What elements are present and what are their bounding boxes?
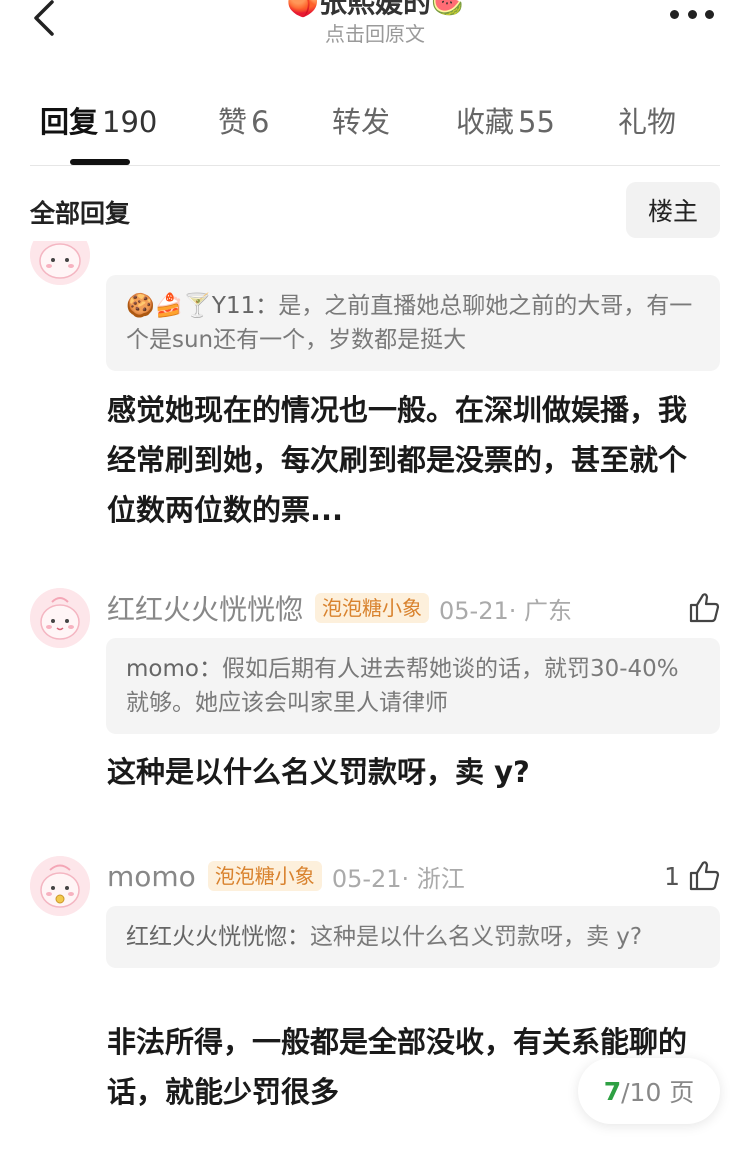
avatar[interactable]: [30, 588, 90, 648]
title-area[interactable]: 🍑张熙媛的🍉 点击回原文: [0, 0, 750, 47]
tab-label: 转发: [332, 105, 391, 139]
quoted-user-name[interactable]: 🍪🍰🍸Y11：: [126, 293, 278, 319]
like-button[interactable]: 1: [664, 856, 722, 896]
tab-likes[interactable]: 赞6: [218, 104, 269, 140]
reply-time-location: 05-21· 浙江: [331, 864, 465, 893]
total-pages: /10 页: [621, 1078, 695, 1107]
reply-meta: momo 泡泡糖小象 05-21· 浙江: [107, 856, 465, 896]
avatar[interactable]: [30, 241, 90, 285]
page-title: 🍑张熙媛的🍉: [0, 0, 750, 21]
tab-favorites[interactable]: 收藏 55: [456, 104, 555, 140]
like-button[interactable]: [680, 588, 722, 628]
quoted-reply[interactable]: 🍪🍰🍸Y11：是，之前直播她总聊她之前的大哥，有一个是sun还有一个，岁数都是挺…: [106, 275, 720, 371]
pink-character-avatar-icon: [30, 588, 90, 648]
tab-label: 收藏: [456, 105, 515, 139]
quoted-user-name[interactable]: momo：: [126, 656, 222, 682]
avatar[interactable]: [30, 856, 90, 916]
reply-meta: 红红火火恍恍惚 泡泡糖小象 05-21· 广东: [107, 588, 572, 628]
pink-character-avatar-icon: [30, 856, 90, 916]
tab-gifts[interactable]: 礼物: [618, 104, 676, 140]
quoted-reply[interactable]: momo：假如后期有人进去帮她谈的话，就罚30-40%就够。她应该会叫家里人请律…: [106, 638, 720, 734]
tab-bar: 回复 190 赞6 转发 收藏 55 礼物: [0, 100, 750, 166]
reply-text: 感觉她现在的情况也一般。在深圳做娱播，我经常刷到她，每次刷到都是没票的，甚至就个…: [107, 393, 688, 527]
tab-count: 6: [251, 105, 270, 139]
more-options-button[interactable]: [670, 4, 714, 24]
all-replies-label: 全部回复: [30, 199, 131, 228]
page-indicator[interactable]: 7/10 页: [578, 1058, 720, 1124]
tab-label: 礼物: [618, 105, 677, 139]
user-name[interactable]: 红红火火恍恍惚: [107, 588, 303, 628]
more-dot-icon: [687, 9, 697, 19]
quoted-text: 这种是以什么名义罚款呀，卖 y?: [310, 924, 643, 950]
tab-count: 190: [102, 105, 158, 139]
peach-emoji: 🍑: [286, 0, 319, 19]
user-badge: 泡泡糖小象: [315, 593, 430, 623]
reply-list[interactable]: 🍪🍰🍸Y11：是，之前直播她总聊她之前的大哥，有一个是sun还有一个，岁数都是挺…: [0, 241, 750, 1166]
back-to-post-link[interactable]: 点击回原文: [0, 21, 750, 47]
page-title-text: 张熙媛的: [318, 0, 431, 19]
tab-label: 赞: [218, 105, 248, 139]
top-bar: 🍑张熙媛的🍉 点击回原文: [0, 0, 750, 60]
more-dot-icon: [705, 9, 714, 19]
user-badge: 泡泡糖小象: [207, 861, 322, 891]
watermelon-emoji: 🍉: [431, 0, 464, 19]
reply-text: 这种是以什么名义罚款呀，卖 y?: [107, 755, 530, 789]
more-dot-icon: [670, 9, 679, 19]
quoted-user-name[interactable]: 红红火火恍恍惚：: [126, 924, 310, 950]
quoted-reply[interactable]: 红红火火恍恍惚：这种是以什么名义罚款呀，卖 y?: [106, 906, 720, 968]
owner-only-button[interactable]: 楼主: [626, 182, 720, 238]
like-count: 1: [664, 861, 680, 891]
tab-count: 55: [518, 105, 555, 139]
thumbs-up-icon: [689, 861, 720, 891]
tab-reposts[interactable]: 转发: [332, 104, 390, 140]
tab-label: 回复: [40, 105, 99, 139]
tab-replies[interactable]: 回复 190: [40, 104, 157, 140]
current-page: 7: [603, 1076, 622, 1106]
divider: [30, 165, 720, 166]
pink-character-avatar-icon: [30, 241, 90, 285]
thumbs-up-icon: [689, 593, 720, 623]
user-name[interactable]: momo: [107, 860, 196, 893]
filter-row: 全部回复 楼主: [0, 180, 750, 240]
reply-time-location: 05-21· 广东: [439, 596, 573, 625]
